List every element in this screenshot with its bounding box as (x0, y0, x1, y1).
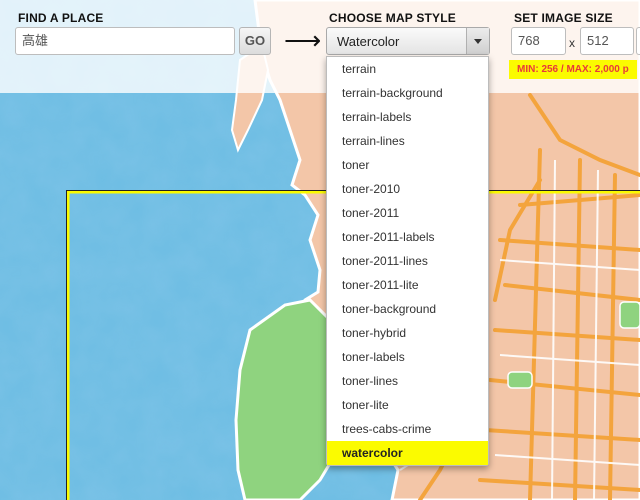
size-separator: x (569, 36, 575, 50)
map-style-option[interactable]: toner-2011-lines (327, 249, 488, 273)
map-style-option[interactable]: trees-cabs-crime (327, 417, 488, 441)
map-style-option[interactable]: toner-background (327, 297, 488, 321)
map-style-option[interactable]: toner-labels (327, 345, 488, 369)
map-style-option[interactable]: terrain-labels (327, 105, 488, 129)
image-width-input[interactable]: 768 (511, 27, 566, 55)
go-button[interactable]: GO (239, 27, 271, 55)
map-style-option[interactable]: toner-lines (327, 369, 488, 393)
map-style-option[interactable]: toner (327, 153, 488, 177)
size-limits-note: MIN: 256 / MAX: 2,000 p (509, 60, 637, 79)
place-search-input[interactable]: 高雄 (15, 27, 235, 55)
map-style-option[interactable]: terrain-background (327, 81, 488, 105)
map-style-option[interactable]: toner-2011 (327, 201, 488, 225)
chevron-down-icon (474, 39, 482, 44)
map-style-option[interactable]: toner-2011-lite (327, 273, 488, 297)
control-panel: FIND A PLACE 高雄 GO ⟶ CHOOSE MAP STYLE Wa… (0, 0, 640, 93)
map-style-option[interactable]: terrain-lines (327, 129, 488, 153)
map-style-option-selected[interactable]: watercolor (327, 441, 488, 465)
dropdown-toggle[interactable] (466, 28, 489, 54)
map-style-dropdown[interactable]: terrain terrain-background terrain-label… (326, 56, 489, 466)
map-style-option[interactable]: terrain (327, 57, 488, 81)
units-field-edge[interactable] (636, 27, 640, 55)
image-size-label: SET IMAGE SIZE (514, 11, 613, 25)
map-style-option[interactable]: toner-2010 (327, 177, 488, 201)
map-style-option[interactable]: toner-hybrid (327, 321, 488, 345)
map-style-selected-value: Watercolor (337, 34, 400, 49)
map-style-select[interactable]: Watercolor (326, 27, 490, 55)
map-style-option[interactable]: toner-2011-labels (327, 225, 488, 249)
map-style-option[interactable]: toner-lite (327, 393, 488, 417)
find-place-label: FIND A PLACE (18, 11, 104, 25)
image-height-input[interactable]: 512 (580, 27, 634, 55)
map-style-label: CHOOSE MAP STYLE (329, 11, 456, 25)
arrow-right-icon: ⟶ (284, 25, 322, 55)
